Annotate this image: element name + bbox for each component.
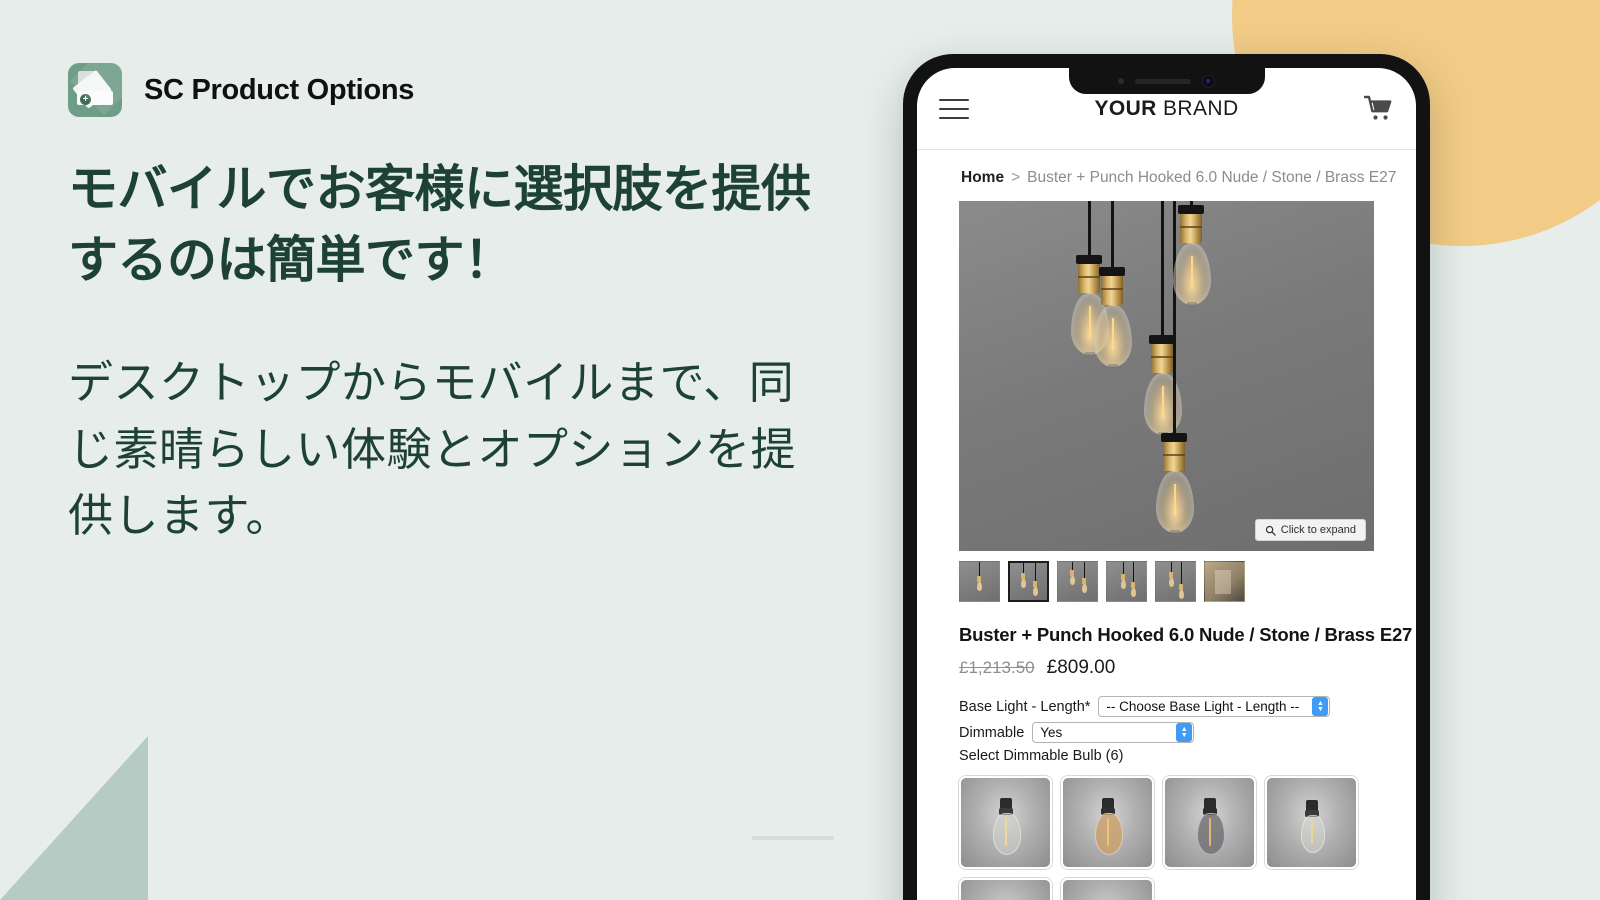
thumbnail-4[interactable] (1106, 561, 1147, 602)
thumbnail-2[interactable] (1008, 561, 1049, 602)
bulb-swatch-grid-row-2 (959, 878, 1374, 900)
chevron-updown-icon: ▲ ▼ (1176, 723, 1193, 742)
brand-row: + SC Product Options (68, 60, 868, 120)
decorative-shelf-line (752, 836, 834, 840)
sc-product-options-logo-icon: + (68, 63, 122, 117)
click-to-expand-button[interactable]: Click to expand (1254, 519, 1366, 541)
store-logo-light: BRAND (1163, 96, 1239, 120)
speaker-bar-icon (1135, 78, 1191, 84)
click-to-expand-label: Click to expand (1280, 524, 1356, 536)
breadcrumb-separator-icon: > (1011, 169, 1021, 186)
breadcrumb-home-link[interactable]: Home (961, 169, 1004, 186)
product-gallery: Click to expand (917, 201, 1416, 602)
thumbnail-1[interactable] (959, 561, 1000, 602)
option-label-base-light-length: Base Light - Length* (959, 698, 1091, 715)
store-logo: YOUR BRAND (917, 97, 1416, 121)
bulb-swatch-2[interactable] (1061, 776, 1154, 869)
phone-notch (1068, 68, 1265, 94)
select-dimmable[interactable]: Yes ▲ ▼ (1032, 722, 1195, 743)
bulb-swatch-1[interactable] (959, 776, 1052, 869)
thumbnail-5[interactable] (1155, 561, 1196, 602)
phone-mockup: YOUR BRAND Home > Buster + Punch Hooked 6.… (903, 54, 1430, 900)
headline: モバイルでお客様に選択肢を提供するのは簡単です！ (68, 161, 811, 288)
select-dimmable-value: Yes (1040, 725, 1063, 740)
left-content-column: + SC Product Options モバイルでお客様に選択肢を提供するのは… (68, 60, 868, 550)
bulb-swatch-5[interactable] (959, 878, 1052, 900)
swatch-section-label: Select Dimmable Bulb (6) (959, 748, 1124, 764)
select-base-light-length[interactable]: -- Choose Base Light - Length -- ▲ ▼ (1098, 696, 1331, 717)
decorative-triangle (0, 736, 148, 900)
phone-screen: YOUR BRAND Home > Buster + Punch Hooked 6.… (917, 68, 1416, 900)
option-row-dimmable: Dimmable Yes ▲ ▼ (959, 722, 1374, 743)
option-row-base-light-length: Base Light - Length* -- Choose Base Ligh… (959, 696, 1374, 717)
option-label-dimmable: Dimmable (959, 724, 1025, 741)
product-main-image[interactable]: Click to expand (959, 201, 1374, 551)
slide-canvas: + SC Product Options モバイルでお客様に選択肢を提供するのは… (0, 0, 1600, 900)
store-logo-strong: YOUR (1094, 96, 1157, 120)
hamburger-menu-icon[interactable] (939, 98, 969, 119)
current-price: £809.00 (1046, 657, 1116, 678)
product-title: Buster + Punch Hooked 6.0 Nude / Stone /… (959, 624, 1413, 645)
magnifier-icon (1265, 525, 1276, 536)
sensor-dot-icon (1118, 78, 1124, 84)
bulb-swatch-grid (959, 776, 1374, 869)
thumbnail-strip (959, 561, 1374, 602)
product-options: Base Light - Length* -- Choose Base Ligh… (959, 696, 1374, 743)
breadcrumb: Home > Buster + Punch Hooked 6.0 Nude / St… (917, 150, 1416, 201)
shopping-cart-icon[interactable] (1363, 95, 1394, 123)
compare-at-price: £1,213.50 (959, 658, 1035, 677)
price-row: £1,213.50 £809.00 (959, 657, 1374, 679)
product-info: Buster + Punch Hooked 6.0 Nude / Stone /… (917, 602, 1416, 900)
bulb-swatch-3[interactable] (1163, 776, 1256, 869)
thumbnail-6[interactable] (1204, 561, 1245, 602)
select-base-light-length-value: -- Choose Base Light - Length -- (1106, 699, 1300, 714)
bulb-swatch-6[interactable] (1061, 878, 1154, 900)
app-name: SC Product Options (144, 73, 415, 106)
subcopy: デスクトップからモバイルまで、同じ素晴らしい体験とオプションを提供します。 (68, 357, 797, 542)
bulb-swatch-4[interactable] (1265, 776, 1358, 869)
chevron-updown-icon: ▲ ▼ (1312, 697, 1329, 716)
breadcrumb-current: Buster + Punch Hooked 6.0 Nude / Stone /… (1027, 169, 1397, 186)
front-camera-icon (1202, 74, 1215, 88)
thumbnail-3[interactable] (1057, 561, 1098, 602)
